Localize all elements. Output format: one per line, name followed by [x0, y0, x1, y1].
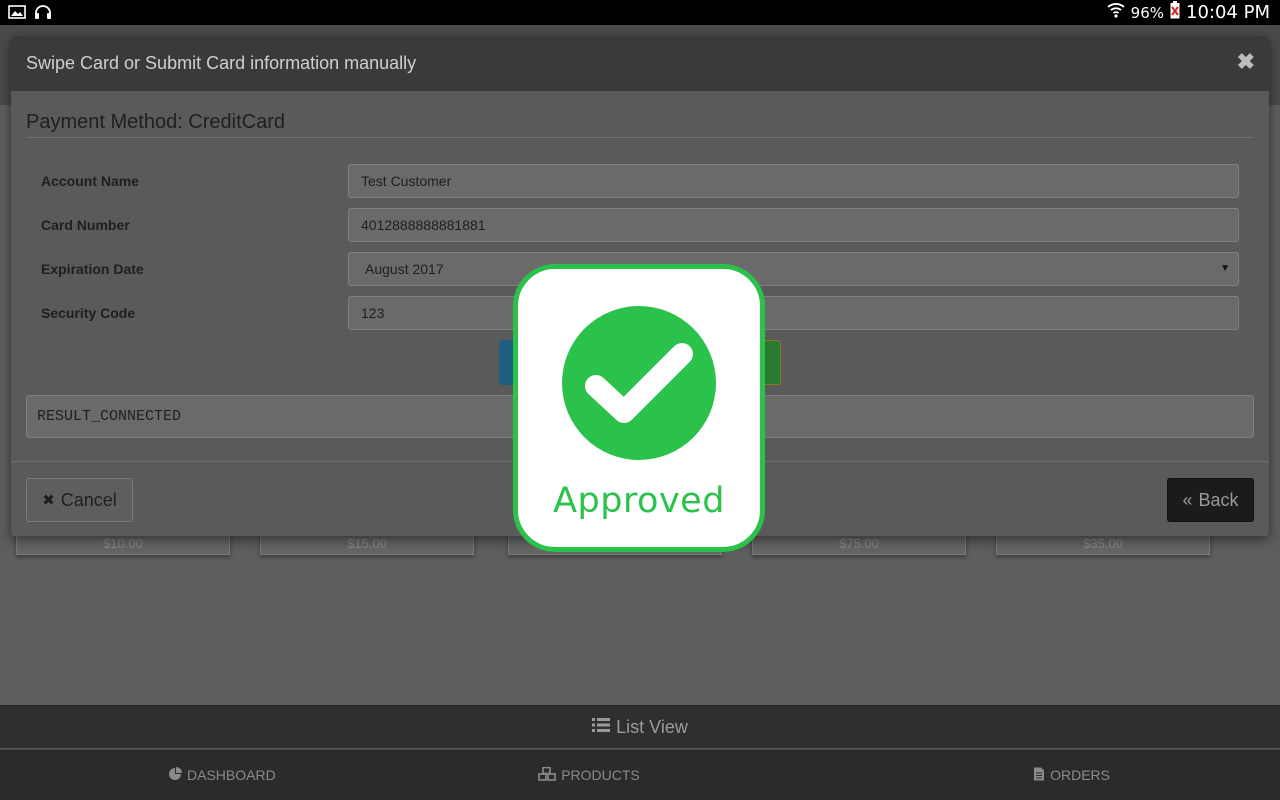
caret-down-icon: ▼	[1220, 263, 1230, 274]
nav-dashboard-label: DASHBOARD	[187, 767, 276, 783]
expiration-date-select[interactable]: August 2017 ▼	[348, 252, 1239, 286]
product-price: $10.00	[103, 536, 143, 551]
nav-orders[interactable]: ORDERS	[763, 750, 1280, 800]
expiration-date-value: August 2017	[365, 261, 444, 277]
payment-method-title: Payment Method: CreditCard	[26, 111, 286, 133]
wifi-icon	[1107, 1, 1125, 24]
pie-chart-icon	[168, 766, 182, 784]
account-name-input[interactable]: Test Customer	[348, 164, 1239, 198]
expiration-date-label: Expiration Date	[41, 261, 144, 277]
form-row-card-number: Card Number 4012888888881881	[26, 208, 1254, 242]
card-number-label: Card Number	[41, 217, 130, 233]
product-price: $75.00	[839, 536, 879, 551]
card-number-input[interactable]: 4012888888881881	[348, 208, 1239, 242]
approved-label: Approved	[553, 481, 725, 521]
status-bar: 96% 10:04 PM	[0, 0, 1280, 25]
nav-orders-label: ORDERS	[1050, 767, 1110, 783]
list-icon	[592, 717, 611, 738]
headphones-icon	[34, 4, 52, 25]
file-icon	[1033, 767, 1045, 784]
submit-button[interactable]	[763, 340, 781, 385]
bottom-nav: DASHBOARD PRODUCTS ORDERS	[0, 749, 1280, 800]
close-icon: ✖	[42, 492, 55, 509]
security-code-input[interactable]: 123	[348, 296, 1239, 330]
list-view-toggle[interactable]: List View	[0, 705, 1280, 748]
account-name-label: Account Name	[41, 173, 140, 189]
cubes-icon	[538, 766, 557, 784]
product-price: $15.00	[347, 536, 387, 551]
cancel-button[interactable]: ✖ Cancel	[26, 478, 133, 522]
battery-percent: 96%	[1130, 3, 1165, 22]
nav-products[interactable]: PRODUCTS	[415, 750, 762, 800]
image-icon	[8, 4, 26, 25]
close-icon[interactable]: ✖	[1237, 49, 1255, 75]
checkmark-icon	[562, 306, 716, 460]
modal-header: Swipe Card or Submit Card information ma…	[11, 36, 1269, 91]
back-label: Back	[1198, 489, 1239, 510]
cancel-label: Cancel	[60, 489, 117, 510]
security-code-label: Security Code	[41, 305, 136, 321]
modal-title: Swipe Card or Submit Card information ma…	[26, 53, 417, 73]
double-chevron-left-icon: «	[1182, 489, 1193, 510]
divider	[26, 137, 1254, 138]
battery-icon	[1170, 1, 1180, 24]
clock: 10:04 PM	[1186, 2, 1270, 23]
form-row-account-name: Account Name Test Customer	[26, 164, 1254, 198]
back-button[interactable]: « Back	[1167, 478, 1254, 522]
list-view-label: List View	[616, 716, 688, 737]
nav-products-label: PRODUCTS	[561, 767, 640, 783]
product-price: $35.00	[1083, 536, 1123, 551]
approved-dialog: Approved	[513, 264, 765, 552]
